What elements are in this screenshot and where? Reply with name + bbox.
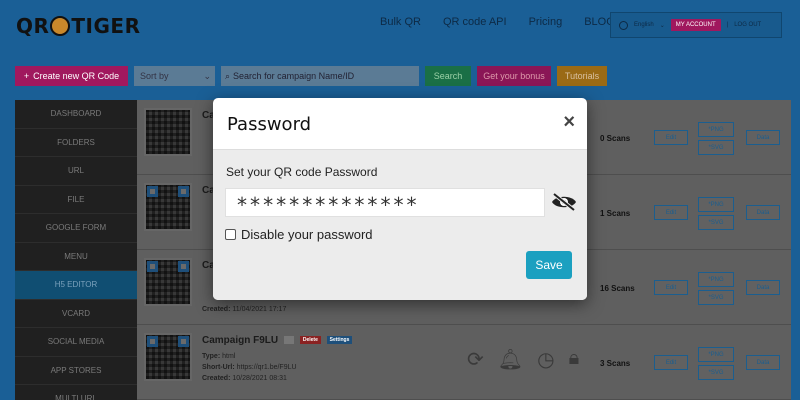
modal-title: Password bbox=[227, 114, 312, 135]
modal-body: Set your QR code Password **************… bbox=[213, 150, 587, 300]
password-modal: Password × Set your QR code Password ***… bbox=[213, 98, 587, 300]
eye-slash-icon[interactable] bbox=[551, 192, 577, 212]
disable-password-label: Disable your password bbox=[241, 227, 373, 242]
disable-password-option[interactable]: Disable your password bbox=[225, 227, 373, 242]
password-label: Set your QR code Password bbox=[226, 165, 378, 179]
save-button[interactable]: Save bbox=[526, 251, 572, 279]
password-field[interactable]: ************** bbox=[225, 188, 545, 217]
close-icon[interactable]: × bbox=[563, 111, 575, 134]
disable-password-checkbox[interactable] bbox=[225, 229, 236, 240]
modal-header: Password × bbox=[213, 98, 587, 150]
